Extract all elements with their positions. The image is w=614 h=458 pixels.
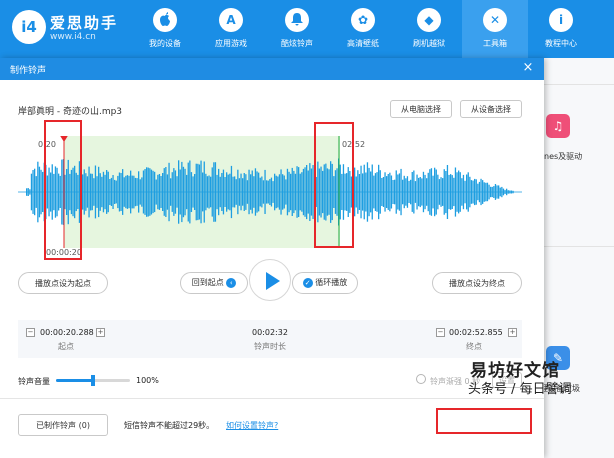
make-ringtone-dialog: 制作铃声 × 岸部眞明 - 奇迹の山.mp3 从电脑选择 从设备选择 0:20 … bbox=[0, 58, 544, 458]
back-to-start-button[interactable]: 回到起点 ‹ bbox=[180, 272, 248, 294]
nav-label: 酷炫铃声 bbox=[281, 39, 313, 48]
apple-icon bbox=[153, 8, 177, 32]
duration-value: 00:02:32 bbox=[252, 328, 288, 337]
set-end-button[interactable]: 播放点设为终点 bbox=[432, 272, 522, 294]
app-store-icon: A bbox=[219, 8, 243, 32]
volume-slider-handle[interactable] bbox=[91, 375, 95, 386]
nav-label: 高清壁纸 bbox=[347, 39, 379, 48]
divider bbox=[544, 246, 614, 247]
back-arrow-icon: ‹ bbox=[226, 277, 237, 288]
info-icon: i bbox=[549, 8, 573, 32]
dropbox-icon: ◆ bbox=[417, 8, 441, 32]
nav-label: 工具箱 bbox=[483, 39, 507, 48]
start-label: 起点 bbox=[58, 342, 74, 351]
back-to-start-label: 回到起点 bbox=[191, 278, 224, 287]
start-increment-button[interactable]: + bbox=[96, 328, 105, 337]
nav-flash-jailbreak[interactable]: ◆ 刷机越狱 bbox=[396, 0, 462, 58]
itunes-tile-icon[interactable]: ♫ bbox=[546, 114, 570, 138]
nav-label: 我的设备 bbox=[149, 39, 181, 48]
sms-limit-text: 短信铃声不能超过29秒。 bbox=[124, 421, 215, 430]
play-icon bbox=[266, 272, 280, 290]
duration-label: 铃声时长 bbox=[254, 342, 286, 351]
how-to-set-link[interactable]: 如何设置铃声? bbox=[226, 420, 278, 431]
from-pc-button[interactable]: 从电脑选择 bbox=[390, 100, 452, 118]
nav-label: 刷机越狱 bbox=[413, 39, 445, 48]
volume-slider-fill bbox=[56, 379, 93, 382]
brand-name: 爱思助手 bbox=[50, 14, 119, 32]
loop-play-button[interactable]: ✓ 循环播放 bbox=[292, 272, 358, 294]
end-time-value[interactable]: 00:02:52.855 bbox=[449, 328, 503, 337]
nav-label: 应用游戏 bbox=[215, 39, 247, 48]
volume-value: 100% bbox=[136, 376, 159, 385]
from-device-button[interactable]: 从设备选择 bbox=[460, 100, 522, 118]
dialog-title: 制作铃声 bbox=[10, 66, 47, 76]
close-icon[interactable]: × bbox=[520, 60, 536, 76]
nav-apps-games[interactable]: A 应用游戏 bbox=[198, 0, 264, 58]
annotation-box-footer bbox=[436, 408, 532, 434]
fade-in-radio[interactable] bbox=[416, 374, 426, 384]
check-icon: ✓ bbox=[302, 277, 313, 288]
volume-slider[interactable] bbox=[56, 375, 130, 386]
waveform-editor[interactable] bbox=[18, 134, 522, 248]
play-button[interactable] bbox=[249, 259, 291, 301]
annotation-box-start bbox=[44, 120, 82, 260]
tool-label: nes及驱动 bbox=[544, 152, 583, 161]
brand-url: www.i4.cn bbox=[50, 32, 96, 42]
bell-icon bbox=[285, 8, 309, 32]
end-increment-button[interactable]: + bbox=[508, 328, 517, 337]
nav-label: 教程中心 bbox=[545, 39, 577, 48]
divider bbox=[544, 84, 614, 85]
main-nav: 我的设备 A 应用游戏 酷炫铃声 ✿ 高清壁纸 ◆ 刷机越狱 ✕ 工具箱 i 教… bbox=[132, 0, 594, 58]
nav-tutorials[interactable]: i 教程中心 bbox=[528, 0, 594, 58]
i4-logo-icon: i4 bbox=[12, 10, 46, 44]
annotation-box-end bbox=[314, 122, 354, 248]
volume-label: 铃声音量 bbox=[18, 377, 50, 386]
start-time-value[interactable]: 00:00:20.288 bbox=[40, 328, 94, 337]
footer-divider bbox=[0, 398, 544, 399]
nav-my-device[interactable]: 我的设备 bbox=[132, 0, 198, 58]
made-ringtones-button[interactable]: 已制作铃声 (0) bbox=[18, 414, 108, 436]
dialog-title-bar: 制作铃声 × bbox=[0, 58, 544, 80]
nav-ringtones[interactable]: 酷炫铃声 bbox=[264, 0, 330, 58]
end-label: 终点 bbox=[466, 342, 482, 351]
app-header: i4 爱思助手 www.i4.cn 我的设备 A 应用游戏 酷炫铃声 ✿ 高清壁… bbox=[0, 0, 614, 58]
nav-wallpapers[interactable]: ✿ 高清壁纸 bbox=[330, 0, 396, 58]
set-start-button[interactable]: 播放点设为起点 bbox=[18, 272, 108, 294]
waveform-svg[interactable] bbox=[18, 134, 522, 248]
loop-play-label: 循环播放 bbox=[315, 278, 348, 287]
start-decrement-button[interactable]: − bbox=[26, 328, 35, 337]
tools-icon: ✕ bbox=[483, 8, 507, 32]
file-name: 岸部眞明 - 奇迹の山.mp3 bbox=[18, 107, 123, 117]
end-decrement-button[interactable]: − bbox=[436, 328, 445, 337]
watermark-subtitle: 头条号 / 每日譬调 bbox=[468, 382, 572, 397]
time-info-band bbox=[18, 320, 522, 358]
flower-icon: ✿ bbox=[351, 8, 375, 32]
nav-toolbox[interactable]: ✕ 工具箱 bbox=[462, 0, 528, 58]
